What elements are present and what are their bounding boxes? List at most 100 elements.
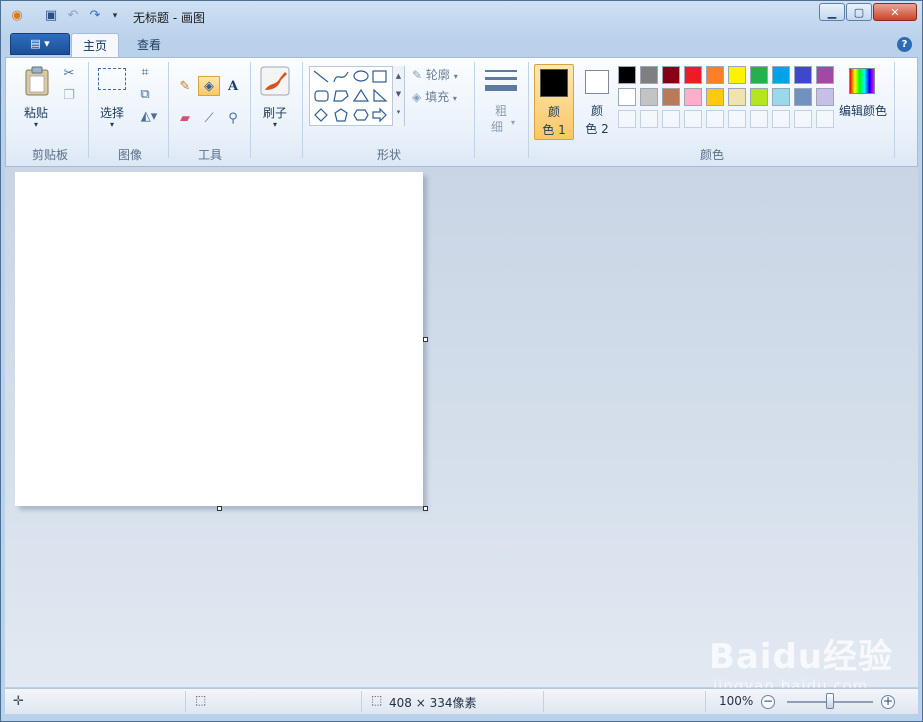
palette-empty-swatch[interactable] xyxy=(684,110,702,128)
palette-empty-swatch[interactable] xyxy=(772,110,790,128)
fill-icon: ◈ xyxy=(412,90,422,104)
magnifier-icon[interactable]: ⚲ xyxy=(222,108,244,128)
palette-empty-swatch[interactable] xyxy=(618,110,636,128)
zoom-out-button[interactable]: − xyxy=(761,695,775,709)
size-line-thin xyxy=(485,70,517,72)
outline-button[interactable]: ✎ 轮廓 ▾ xyxy=(412,66,458,84)
palette-swatch[interactable] xyxy=(750,88,768,106)
status-divider xyxy=(185,691,186,712)
status-divider xyxy=(543,691,544,712)
size-button[interactable]: 粗 细 ▾ xyxy=(480,64,522,136)
customize-dropdown-icon[interactable]: ▾ xyxy=(107,9,123,23)
clipboard-icon xyxy=(25,66,49,96)
paint-menu-button[interactable]: ▤ ▾ xyxy=(10,33,70,55)
copy-icon[interactable]: ❐ xyxy=(60,87,78,105)
palette-empty-swatch[interactable] xyxy=(640,110,658,128)
right-triangle-shape-icon xyxy=(373,88,388,102)
zoom-in-button[interactable]: + xyxy=(881,695,895,709)
minimize-button[interactable]: ▁ xyxy=(819,3,845,21)
triangle-shape-icon xyxy=(352,88,370,102)
save-icon[interactable]: ▣ xyxy=(43,9,59,23)
palette-empty-swatch[interactable] xyxy=(662,110,680,128)
shapes-gallery-scroll[interactable]: ▲ ▼ ▾ xyxy=(392,66,404,126)
undo-icon[interactable]: ↶ xyxy=(65,9,81,23)
tools-group-label: 工具 xyxy=(197,148,222,162)
scroll-down-icon[interactable]: ▼ xyxy=(393,90,404,98)
pentagon-shape-icon xyxy=(334,108,348,122)
palette-swatch[interactable] xyxy=(684,66,702,84)
size-line-medium xyxy=(485,77,517,80)
outline-dropdown-icon: ▾ xyxy=(453,72,458,81)
palette-swatch[interactable] xyxy=(640,88,658,106)
group-divider xyxy=(168,62,169,158)
resize-handle-corner[interactable] xyxy=(423,506,428,511)
eraser-icon[interactable]: ▰ xyxy=(174,108,196,128)
maximize-button[interactable]: ▢ xyxy=(846,3,872,21)
color2-swatch xyxy=(585,70,609,94)
oval-shape-icon xyxy=(353,70,369,82)
tab-home[interactable]: 主页 xyxy=(71,33,119,57)
brushes-dropdown-icon: ▾ xyxy=(272,120,277,129)
hexagon-shape-icon xyxy=(353,109,369,121)
drawing-canvas[interactable] xyxy=(15,172,423,506)
palette-empty-swatch[interactable] xyxy=(706,110,724,128)
resize-icon[interactable]: ⧉ xyxy=(136,86,154,104)
close-button[interactable]: ✕ xyxy=(873,3,917,21)
palette-swatch[interactable] xyxy=(728,88,746,106)
palette-empty-swatch[interactable] xyxy=(750,110,768,128)
palette-swatch[interactable] xyxy=(706,88,724,106)
palette-swatch[interactable] xyxy=(772,66,790,84)
palette-empty-swatch[interactable] xyxy=(728,110,746,128)
zoom-level: 100% xyxy=(719,694,754,708)
zoom-slider-thumb[interactable] xyxy=(826,693,834,709)
crop-icon[interactable]: ⌗ xyxy=(136,64,154,82)
shapes-gallery xyxy=(309,66,405,126)
gallery-expand-icon[interactable]: ▾ xyxy=(393,108,404,116)
color2-label-line1: 颜 xyxy=(590,104,603,118)
text-tool-icon[interactable]: A xyxy=(222,76,244,96)
cut-icon[interactable]: ✂ xyxy=(60,65,78,83)
paste-button[interactable]: 粘贴 ▾ xyxy=(16,64,56,136)
tab-view[interactable]: 查看 xyxy=(123,33,175,57)
palette-empty-swatch[interactable] xyxy=(794,110,812,128)
palette-swatch[interactable] xyxy=(728,66,746,84)
redo-icon[interactable]: ↷ xyxy=(87,9,103,23)
fill-bucket-icon[interactable]: ◈ xyxy=(198,76,220,96)
cursor-position-icon: ✛ xyxy=(13,694,24,709)
paint-app-icon[interactable]: ◉ xyxy=(9,9,25,23)
brushes-label: 刷子 xyxy=(262,106,287,120)
color2-button[interactable]: 颜 色 2 xyxy=(578,64,618,140)
palette-swatch[interactable] xyxy=(816,88,834,106)
color-picker-icon[interactable]: ⟋ xyxy=(198,108,220,128)
palette-swatch[interactable] xyxy=(816,66,834,84)
palette-swatch[interactable] xyxy=(684,88,702,106)
select-button[interactable]: 选择 ▾ xyxy=(94,64,130,136)
palette-swatch[interactable] xyxy=(750,66,768,84)
group-divider xyxy=(88,62,89,158)
palette-swatch[interactable] xyxy=(772,88,790,106)
palette-swatch[interactable] xyxy=(662,66,680,84)
brushes-button[interactable]: 刷子 ▾ xyxy=(256,64,294,136)
palette-swatch[interactable] xyxy=(662,88,680,106)
palette-swatch[interactable] xyxy=(618,88,636,106)
scroll-up-icon[interactable]: ▲ xyxy=(393,72,404,80)
rotate-icon[interactable]: ◭▾ xyxy=(136,108,162,126)
color2-label-line2: 色 2 xyxy=(585,122,609,136)
paste-dropdown-icon: ▾ xyxy=(33,120,38,129)
palette-swatch[interactable] xyxy=(794,66,812,84)
pencil-icon[interactable]: ✎ xyxy=(174,76,196,96)
palette-swatch[interactable] xyxy=(706,66,724,84)
palette-swatch[interactable] xyxy=(640,66,658,84)
palette-swatch[interactable] xyxy=(618,66,636,84)
size-dropdown-icon: ▾ xyxy=(510,118,515,127)
palette-swatch[interactable] xyxy=(794,88,812,106)
resize-handle-right[interactable] xyxy=(423,337,428,342)
palette-empty-swatch[interactable] xyxy=(816,110,834,128)
color1-button[interactable]: 颜 色 1 xyxy=(534,64,574,140)
select-label: 选择 xyxy=(99,106,124,120)
help-icon[interactable]: ? xyxy=(897,37,912,52)
edit-colors-button[interactable]: 编辑颜色 xyxy=(838,64,888,136)
fill-button[interactable]: ◈ 填充 ▾ xyxy=(412,88,457,106)
resize-handle-bottom[interactable] xyxy=(217,506,222,511)
canvas-size-text: 408 × 334像素 xyxy=(389,696,477,710)
